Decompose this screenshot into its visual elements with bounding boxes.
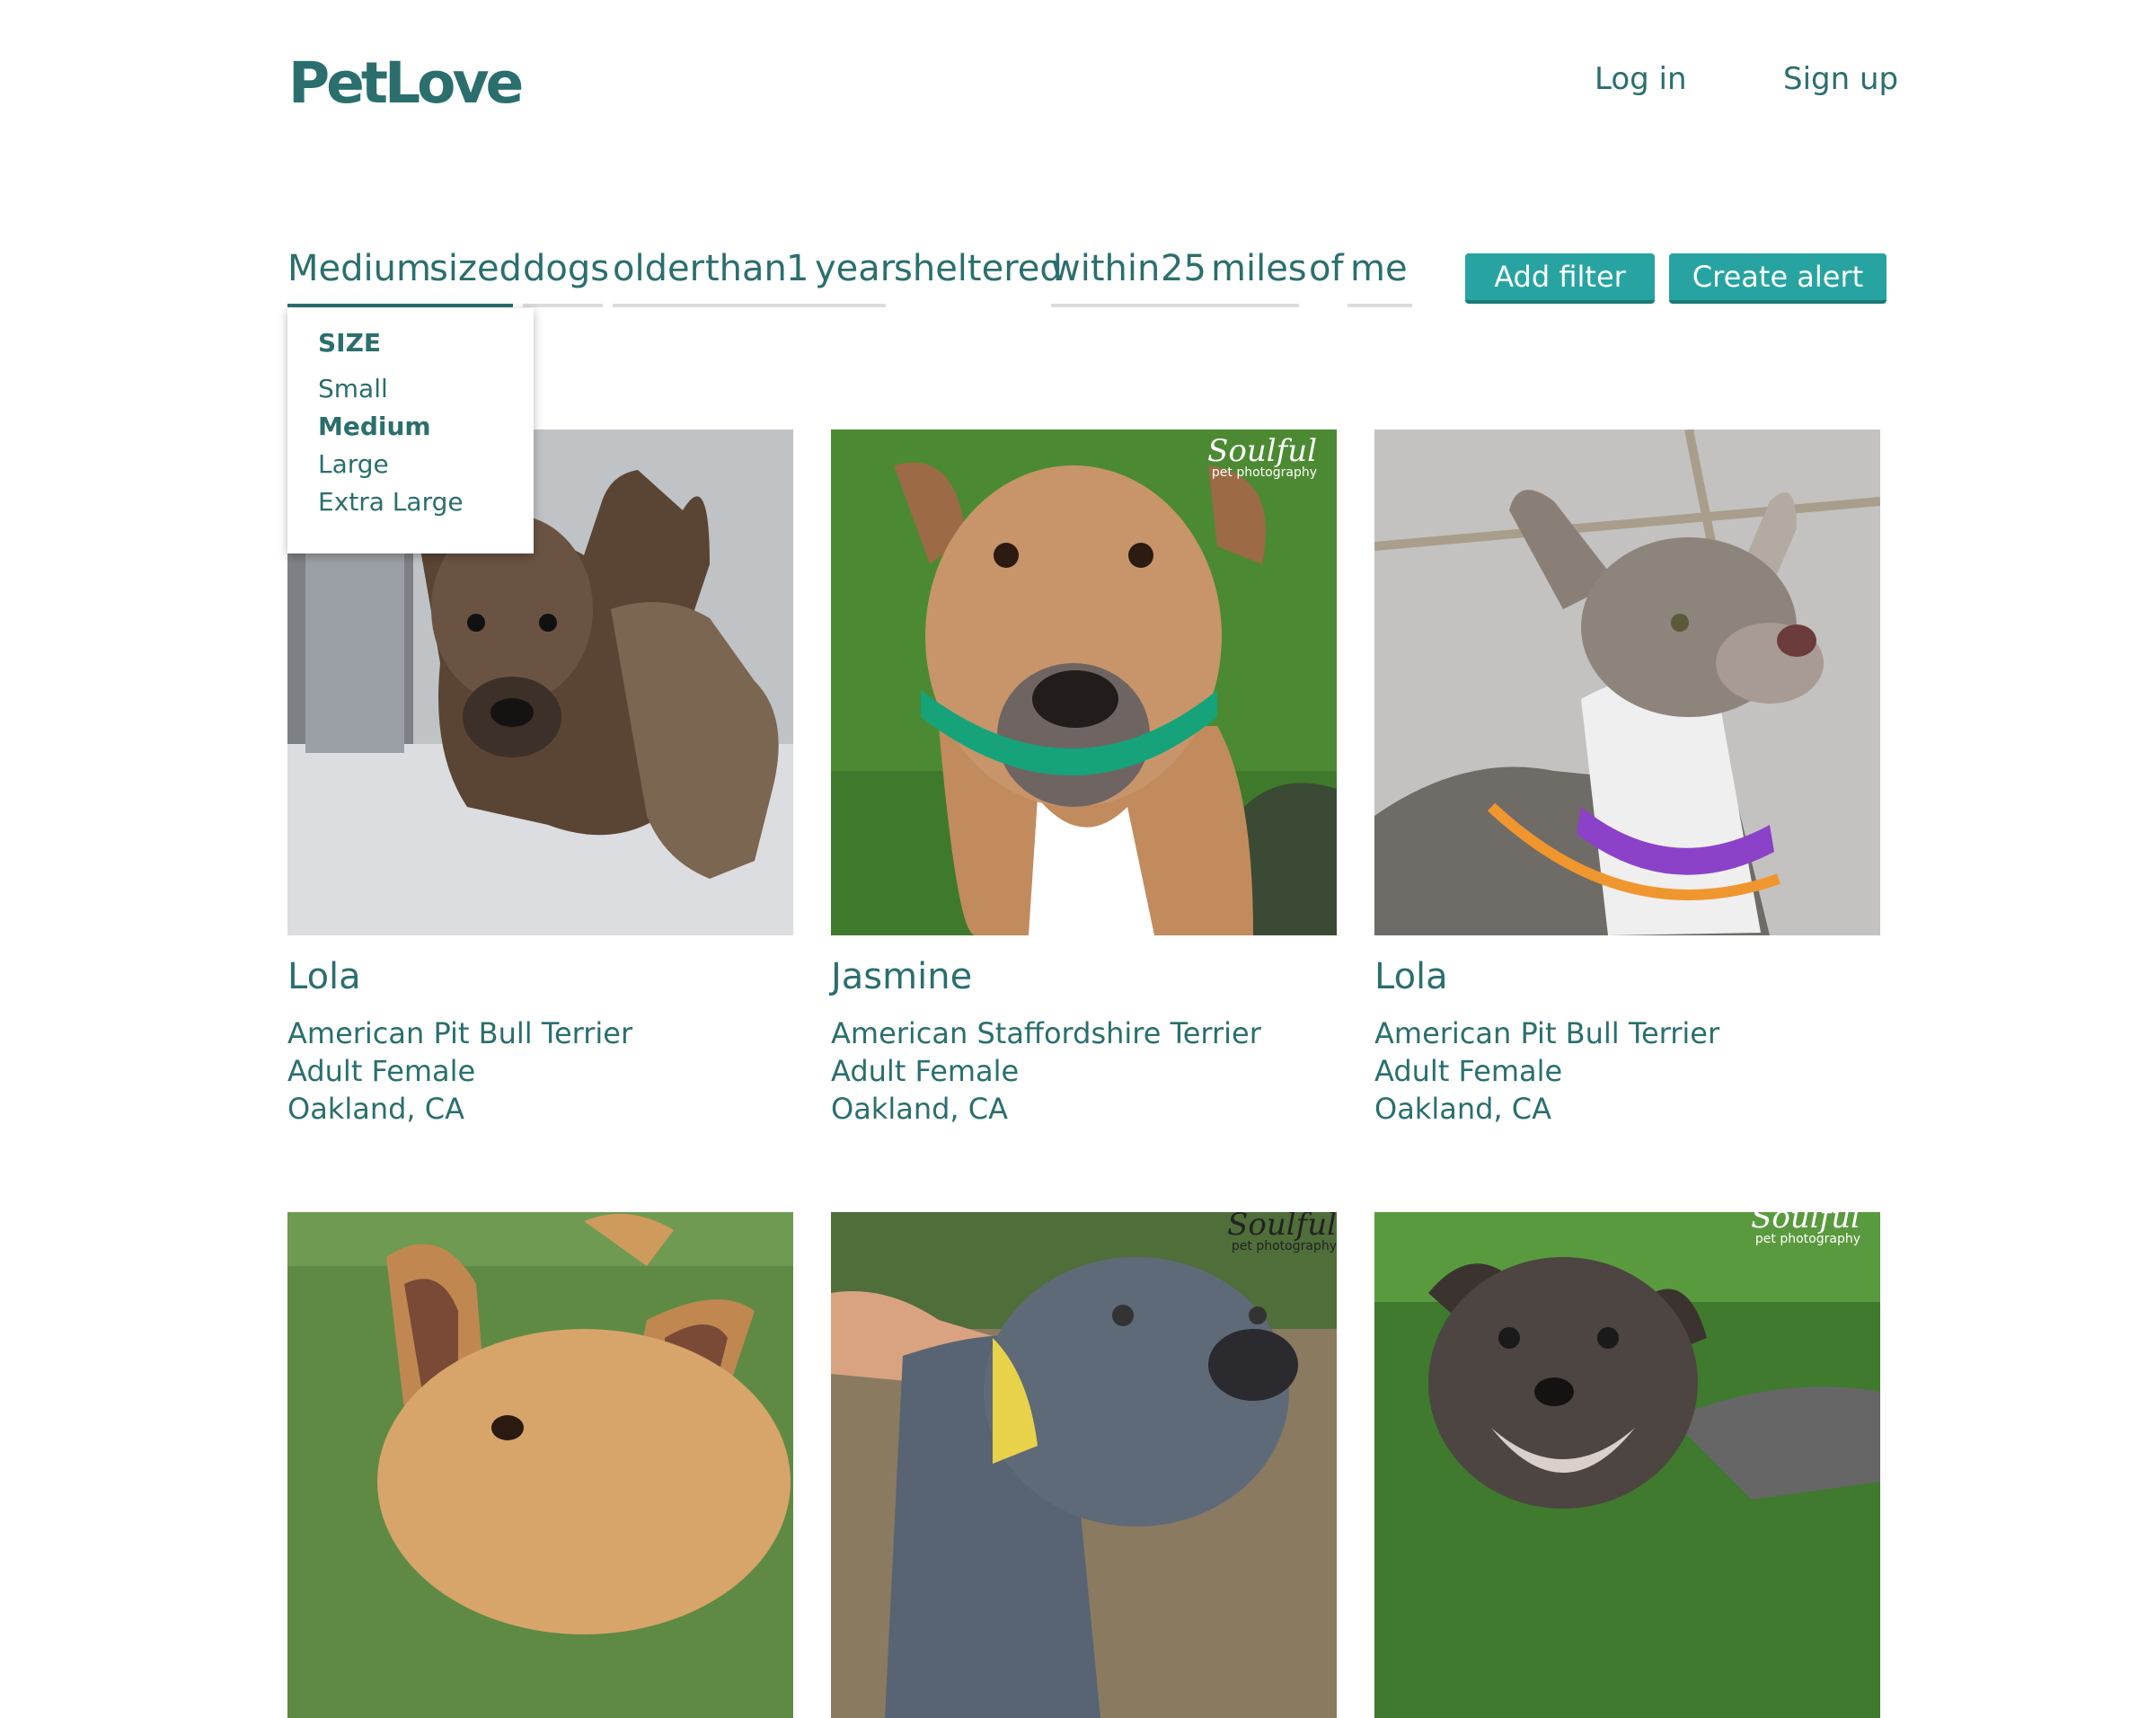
watermark-sub: pet photography (1231, 1239, 1337, 1253)
query-distance-token-value[interactable]: 25 (1161, 248, 1206, 289)
pet-age-sex: Adult Female (287, 1054, 476, 1088)
logo[interactable]: PetLove (288, 50, 524, 116)
query-word-sheltered: sheltered (894, 248, 1063, 289)
pet-location: Oakland, CA (831, 1092, 1008, 1126)
pet-name[interactable]: Lola (1374, 956, 1448, 997)
dropdown-title: SIZE (318, 328, 382, 358)
pet-photo[interactable]: Soulful pet photography (831, 430, 1337, 935)
pet-photo[interactable] (287, 1212, 793, 1718)
watermark-sub: pet photography (1754, 1232, 1860, 1246)
pet-photo[interactable]: Soulful pet photography (831, 1212, 1337, 1718)
photo-watermark: Soulful pet photography (1227, 1212, 1337, 1253)
query-word-of: of (1309, 248, 1344, 289)
size-dropdown: SIZE Small Medium Large Extra Large (287, 308, 534, 553)
age-token-underline (613, 304, 886, 307)
pet-location: Oakland, CA (1374, 1092, 1551, 1126)
query-word-sized: sized (429, 248, 522, 289)
watermark-brand: Soulful (1227, 1212, 1337, 1243)
pet-name[interactable]: Lola (287, 956, 361, 997)
size-option-extra-large[interactable]: Extra Large (318, 487, 464, 517)
distance-token-underline (1051, 304, 1299, 307)
pet-photo[interactable]: Soulful pet photography (1374, 1212, 1880, 1718)
query-location-token[interactable]: me (1350, 248, 1408, 289)
query-age-token-unit[interactable]: year (815, 248, 895, 289)
type-token-underline (523, 304, 603, 307)
size-option-small[interactable]: Small (318, 374, 388, 403)
size-option-large[interactable]: Large (318, 449, 389, 479)
create-alert-button[interactable]: Create alert (1669, 253, 1886, 304)
pet-age-sex: Adult Female (831, 1054, 1020, 1088)
photo-watermark: Soulful pet photography (1751, 1212, 1860, 1246)
query-age-token-value[interactable]: 1 (786, 248, 808, 289)
login-link[interactable]: Log in (1595, 61, 1687, 97)
size-option-medium[interactable]: Medium (318, 412, 431, 441)
query-distance-token-within[interactable]: within (1051, 248, 1160, 289)
pet-age-sex: Adult Female (1374, 1054, 1563, 1088)
pet-breed: American Pit Bull Terrier (1374, 1016, 1720, 1050)
add-filter-button[interactable]: Add filter (1465, 253, 1655, 304)
query-age-token-older[interactable]: older (613, 248, 704, 289)
query-type-token[interactable]: dogs (523, 248, 609, 289)
location-token-underline (1348, 304, 1412, 307)
size-token-underline (287, 304, 513, 307)
query-age-token-than[interactable]: than (705, 248, 787, 289)
pet-breed: American Pit Bull Terrier (287, 1016, 633, 1050)
watermark-brand: Soulful (1207, 433, 1317, 469)
pet-photo[interactable] (1374, 430, 1880, 935)
pet-breed: American Staffordshire Terrier (831, 1016, 1261, 1050)
signup-link[interactable]: Sign up (1783, 61, 1898, 97)
pet-name[interactable]: Jasmine (831, 956, 972, 997)
pet-location: Oakland, CA (287, 1092, 464, 1126)
photo-watermark: Soulful pet photography (1207, 433, 1317, 480)
query-distance-token-unit[interactable]: miles (1211, 248, 1307, 289)
watermark-sub: pet photography (1211, 465, 1317, 480)
query-size-token[interactable]: Medium (287, 248, 431, 289)
